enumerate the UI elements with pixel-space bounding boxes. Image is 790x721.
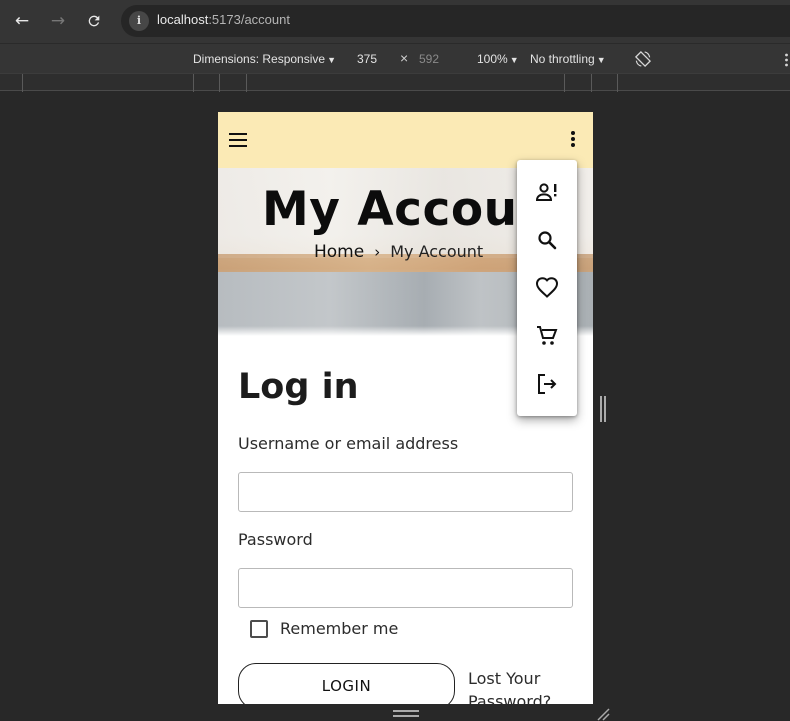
page-title: My Accoun <box>262 182 552 237</box>
account-alert-icon <box>535 183 557 201</box>
logout-icon <box>538 374 557 394</box>
menu-item-account[interactable] <box>517 168 577 216</box>
chevron-right-icon: › <box>374 243 381 261</box>
media-query-ruler[interactable] <box>0 73 790 92</box>
search-icon <box>538 231 557 250</box>
url-host: localhost <box>157 12 209 27</box>
address-bar[interactable]: i localhost:5173/account <box>121 5 790 37</box>
more-vert-icon[interactable] <box>783 53 790 67</box>
lost-password-link[interactable]: Lost Your Password? <box>468 667 578 704</box>
site-info-icon[interactable]: i <box>129 11 149 31</box>
resize-handle-bottom[interactable] <box>393 710 419 718</box>
username-label: Username or email address <box>238 434 459 453</box>
password-field[interactable] <box>238 568 573 608</box>
remember-me-label[interactable]: Remember me <box>280 619 398 638</box>
menu-item-logout[interactable] <box>517 360 577 408</box>
back-arrow-icon[interactable]: ← <box>11 10 33 32</box>
caret-down-icon: ▼ <box>596 55 606 65</box>
remember-me-checkbox[interactable] <box>250 620 268 638</box>
zoom-select[interactable]: 100% ▼ <box>477 52 519 66</box>
dimensions-label: Dimensions: Responsive <box>193 52 326 66</box>
username-field[interactable] <box>238 472 573 512</box>
hamburger-menu-icon[interactable] <box>229 133 247 147</box>
dimensions-select[interactable]: Dimensions: Responsive ▼ <box>193 52 336 66</box>
login-heading: Log in <box>238 367 359 407</box>
menu-item-cart[interactable] <box>517 312 577 360</box>
reload-icon[interactable] <box>83 10 105 32</box>
breadcrumb-home[interactable]: Home <box>314 242 364 262</box>
menu-item-search[interactable] <box>517 216 577 264</box>
heart-icon <box>535 277 559 298</box>
throttling-select[interactable]: No throttling ▼ <box>530 52 606 66</box>
login-button[interactable]: LOGIN <box>238 663 455 704</box>
caret-down-icon: ▼ <box>509 55 519 65</box>
resize-handle-right[interactable] <box>600 396 606 422</box>
height-input[interactable]: 592 <box>419 52 439 66</box>
caret-down-icon: ▼ <box>327 55 336 65</box>
forward-arrow-icon[interactable]: → <box>47 10 69 32</box>
width-input[interactable]: 375 <box>357 52 377 66</box>
breadcrumb: Home › My Account <box>314 242 483 262</box>
header-menu-dropdown <box>517 160 577 416</box>
zoom-label: 100% <box>477 52 508 66</box>
url-text[interactable]: localhost:5173/account <box>157 12 290 27</box>
resize-handle-corner[interactable] <box>596 707 610 721</box>
browser-toolbar: ← → i localhost:5173/account <box>0 0 790 43</box>
url-path: :5173/account <box>208 12 290 27</box>
device-toolbar: Dimensions: Responsive ▼ 375 × 592 100% ▼ … <box>0 43 790 73</box>
throttling-label: No throttling <box>530 52 595 66</box>
more-vert-icon[interactable] <box>570 131 576 149</box>
menu-item-wishlist[interactable] <box>517 264 577 312</box>
breadcrumb-current: My Account <box>390 242 484 261</box>
times-sign: × <box>400 50 409 66</box>
rotate-icon[interactable] <box>633 49 653 69</box>
password-label: Password <box>238 530 313 549</box>
cart-icon <box>537 326 558 345</box>
